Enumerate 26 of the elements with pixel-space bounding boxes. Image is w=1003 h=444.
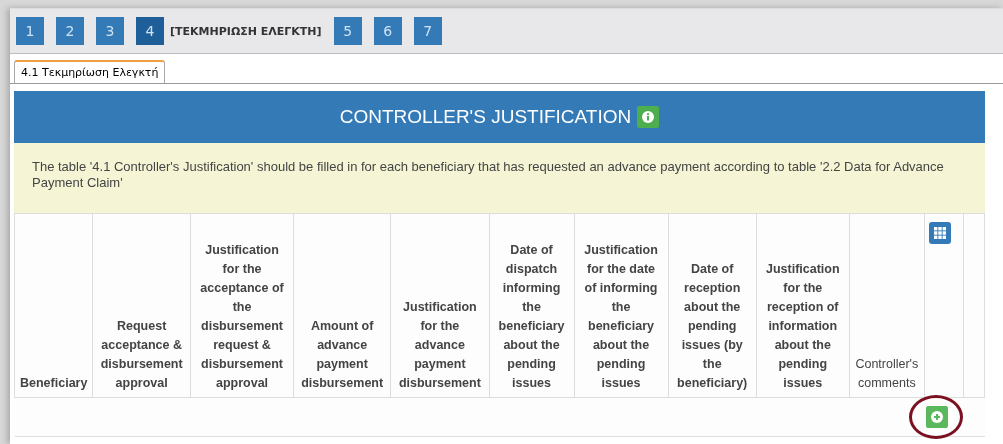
- tab[interactable]: 4.1 Τεκμηρίωση Ελεγκτή: [14, 60, 166, 83]
- step-button[interactable]: 6: [373, 17, 402, 45]
- panel-title: CONTROLLER'S JUSTIFICATION: [339, 106, 632, 128]
- column-header: Justification for the advance payment disbursement: [390, 213, 490, 398]
- columns-button[interactable]: [929, 222, 951, 244]
- step-button[interactable]: 4: [136, 17, 164, 45]
- add-row-button[interactable]: [925, 406, 948, 428]
- column-header: Request acceptance & disbursement approval: [92, 213, 191, 398]
- grid-icon: [934, 227, 946, 239]
- column-header: Date of reception about the pending issues (by the beneficiary): [668, 213, 757, 398]
- column-header: Controller's comments: [849, 213, 925, 398]
- column-header: Justification for the date of informing the beneficiary about the pending issues: [574, 213, 668, 398]
- step-button[interactable]: 5: [333, 17, 362, 45]
- column-header: Amount of advance payment disbursement: [293, 213, 391, 398]
- step-label: [ΤΕΚΜΗΡΙΩΣΗ ΕΛΕΓΚΤΗ]: [170, 24, 322, 38]
- plus-circle-icon: [930, 411, 943, 423]
- column-header: Beneficiary: [14, 213, 93, 398]
- info-icon[interactable]: [637, 106, 660, 128]
- step-button[interactable]: 1: [16, 17, 44, 45]
- step-button[interactable]: 7: [413, 17, 442, 45]
- step-button[interactable]: 2: [56, 17, 84, 45]
- step-button[interactable]: 3: [96, 17, 124, 45]
- info-note: The table '4.1 Controller's Justification' should be filled in for each beneficiary that has requested an advance payment according to table '2.2 Data for Advance Payment Claim': [14, 143, 985, 213]
- column-header: Justification for the acceptance of the disbursement request & disbursement approval: [190, 213, 294, 398]
- column-header: Date of dispatch informing the beneficiary about the pending issues: [489, 213, 575, 398]
- column-header: Justification for the reception of information about the pending issues: [756, 213, 850, 398]
